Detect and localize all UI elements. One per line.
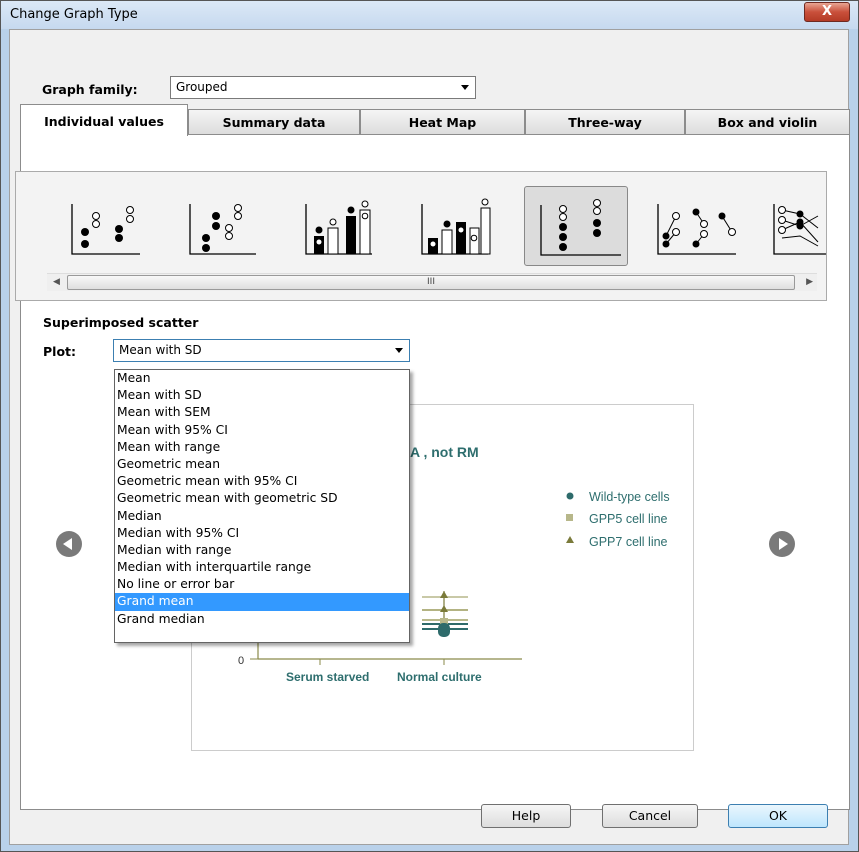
plot-option-median-95ci[interactable]: Median with 95% CI xyxy=(115,525,409,542)
graph-family-label: Graph family: xyxy=(42,82,138,97)
plot-option-geometric-mean-95ci[interactable]: Geometric mean with 95% CI xyxy=(115,473,409,490)
graph-family-value: Grouped xyxy=(176,80,228,94)
change-graph-type-dialog: Change Graph Type X Graph family: Groupe… xyxy=(0,0,859,852)
previous-graph-arrow-icon[interactable] xyxy=(56,531,82,557)
plot-option-geometric-mean[interactable]: Geometric mean xyxy=(115,456,409,473)
x-label-serum-starved: Serum starved xyxy=(286,670,369,684)
cancel-button[interactable]: Cancel xyxy=(602,804,698,828)
next-graph-arrow-icon[interactable] xyxy=(769,531,795,557)
scroll-grip: III xyxy=(427,277,435,287)
scroll-right-arrow[interactable]: ▶ xyxy=(806,277,813,287)
close-button[interactable]: X xyxy=(804,2,850,22)
plot-select[interactable]: Mean with SD xyxy=(113,339,410,362)
tab-individual-values[interactable]: Individual values xyxy=(20,104,188,136)
thumb-line-connected[interactable] xyxy=(756,186,826,266)
window-title: Change Graph Type xyxy=(10,7,138,22)
plot-option-geometric-mean-gsd[interactable]: Geometric mean with geometric SD xyxy=(115,490,409,507)
preview-y-tick-label: 0 xyxy=(238,655,244,667)
normal-culture-cluster xyxy=(422,591,468,637)
plot-option-grand-mean[interactable]: Grand mean xyxy=(115,593,409,611)
thumb-before-after-pairs[interactable] xyxy=(640,186,744,266)
legend-wild-type: Wild-type cells xyxy=(589,490,670,504)
section-title: Superimposed scatter xyxy=(43,315,199,330)
legend-gpp7: GPP7 cell line xyxy=(589,535,668,549)
plot-option-no-line[interactable]: No line or error bar xyxy=(115,576,409,593)
tab-summary-data[interactable]: Summary data xyxy=(188,109,360,135)
ok-button[interactable]: OK xyxy=(728,804,828,828)
plot-option-median-range[interactable]: Median with range xyxy=(115,542,409,559)
plot-label: Plot: xyxy=(43,344,77,359)
legend-gpp5: GPP5 cell line xyxy=(589,512,668,526)
x-label-normal-culture: Normal culture xyxy=(397,670,482,684)
preview-title: A , not RM xyxy=(410,444,479,460)
thumb-scatter-separated[interactable] xyxy=(158,186,262,266)
plot-option-mean-sd[interactable]: Mean with SD xyxy=(115,387,409,404)
help-button[interactable]: Help xyxy=(481,804,571,828)
plot-dropdown-list: Mean Mean with SD Mean with SEM Mean wit… xyxy=(114,369,410,643)
thumb-scatter-interleaved[interactable] xyxy=(42,186,146,266)
gallery-scrollbar[interactable]: ◀ III ▶ xyxy=(47,273,817,291)
chevron-down-icon xyxy=(395,348,403,353)
plot-option-mean[interactable]: Mean xyxy=(115,370,409,387)
legend-marker-wild-type xyxy=(566,492,574,500)
tab-three-way[interactable]: Three-way xyxy=(525,109,685,135)
tab-strip: Individual values Summary data Heat Map … xyxy=(20,104,850,136)
tab-heat-map[interactable]: Heat Map xyxy=(360,109,525,135)
thumb-superimposed-scatter[interactable] xyxy=(524,186,628,266)
tab-box-and-violin[interactable]: Box and violin xyxy=(685,109,850,135)
chevron-down-icon xyxy=(461,85,469,90)
plot-option-grand-median[interactable]: Grand median xyxy=(115,611,409,628)
legend-marker-gpp5 xyxy=(566,514,573,521)
scroll-left-arrow[interactable]: ◀ xyxy=(53,277,60,287)
plot-option-mean-range[interactable]: Mean with range xyxy=(115,439,409,456)
plot-option-mean-sem[interactable]: Mean with SEM xyxy=(115,404,409,421)
plot-option-mean-95ci[interactable]: Mean with 95% CI xyxy=(115,422,409,439)
plot-option-median-iqr[interactable]: Median with interquartile range xyxy=(115,559,409,576)
title-bar: Change Graph Type X xyxy=(1,1,858,29)
plot-option-median[interactable]: Median xyxy=(115,508,409,525)
thumb-bars-with-points-b[interactable] xyxy=(390,186,494,266)
thumb-bars-with-points-a[interactable] xyxy=(274,186,378,266)
plot-select-value: Mean with SD xyxy=(119,343,202,357)
graph-family-select[interactable]: Grouped xyxy=(170,76,476,99)
legend-marker-gpp7 xyxy=(566,536,574,543)
scroll-thumb[interactable]: III xyxy=(67,275,795,290)
